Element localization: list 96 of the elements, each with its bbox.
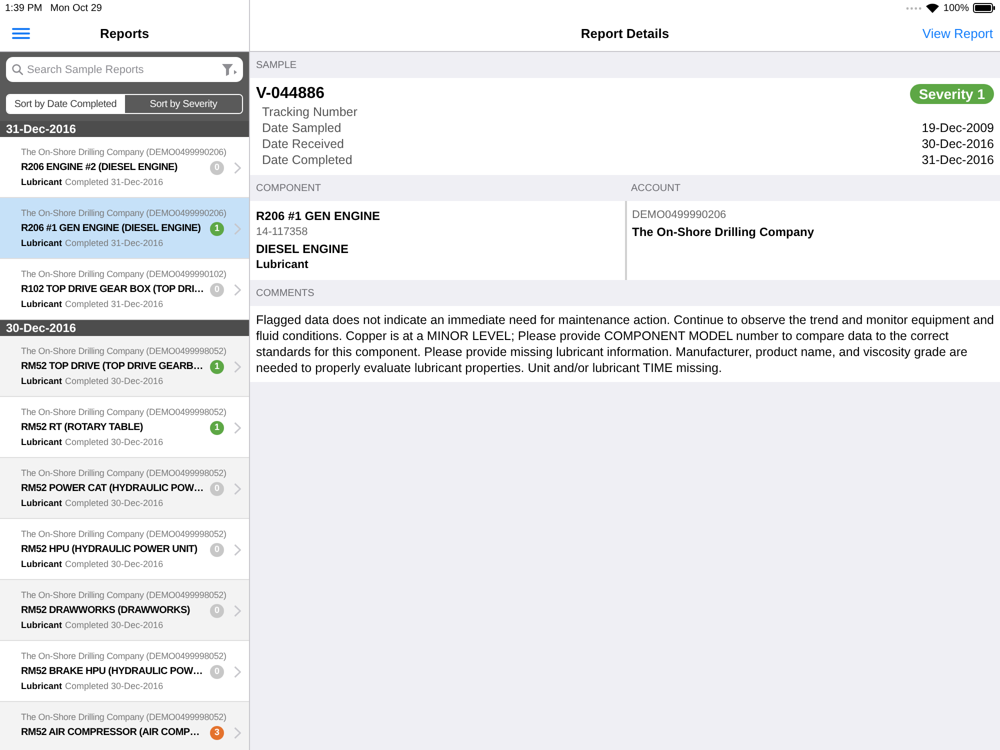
- detail-title: Report Details: [580, 24, 670, 43]
- comments-text: Flagged data does not indicate an immediate need for maintenance action. Continue to observe the trend and monitor equipment and fluid conditions. Copper is at a MINOR LEVEL; Please provide COMPONENT MODEL number to compare data to the correct standards for this component. Please provide missing lubricant information. Manufacturer, product name, and viscosity grade are needed to properly evaluate lubricant properties. Unit and/or lubricant TIME missing.: [256, 312, 994, 376]
- chevron-right-icon: [234, 422, 241, 434]
- company-text: The On-Shore Drilling Company (DEMO0499990206): [21, 146, 226, 159]
- count-badge: 1: [210, 420, 224, 434]
- count-badge: 0: [210, 542, 224, 556]
- date-header: 30-Dec-2016: [0, 320, 249, 336]
- company-text: The On-Shore Drilling Company (DEMO0499998052): [21, 344, 226, 358]
- fluid-label: Lubricant: [21, 680, 62, 693]
- signal-icon: [906, 6, 922, 10]
- fluid-label: Lubricant: [21, 436, 62, 449]
- report-title: RM52 TOP DRIVE (TOP DRIVE GEARB…: [21, 360, 203, 374]
- account-name: The On-Shore Drilling Company: [632, 224, 816, 241]
- report-row[interactable]: The On-Shore Drilling Company (DEMO0499998052) RM52 TOP DRIVE (TOP DRIVE GEARB… 1 Lubricant Completed 30-Dec-2016: [0, 336, 249, 397]
- chevron-right-icon: [234, 726, 241, 738]
- count-badge: 3: [210, 726, 224, 740]
- battery-icon: [973, 3, 995, 13]
- component-type: DIESEL ENGINE: [256, 240, 350, 257]
- report-title: R206 ENGINE #2 (DIESEL ENGINE): [21, 161, 178, 175]
- status-date: Mon Oct 29: [50, 2, 102, 16]
- search-icon: [12, 64, 23, 75]
- wifi-icon: [926, 3, 940, 13]
- account-number: DEMO0499990206: [632, 208, 728, 223]
- company-text: The On-Shore Drilling Company (DEMO0499998052): [21, 710, 226, 724]
- field-label: Date Sampled: [261, 120, 342, 137]
- date-header: 31-Dec-2016: [0, 121, 249, 137]
- sort-tab[interactable]: Sort by Date Completed: [7, 95, 124, 113]
- sort-tab[interactable]: Sort by Severity: [124, 95, 242, 113]
- chevron-right-icon: [234, 222, 241, 234]
- battery-percent: 100%: [943, 2, 969, 16]
- completed-date: Completed 31-Dec-2016: [65, 236, 164, 250]
- component-serial: 14-117358: [256, 224, 309, 240]
- company-text: The On-Shore Drilling Company (DEMO0499990206): [21, 206, 226, 220]
- chevron-right-icon: [234, 666, 241, 678]
- company-text: The On-Shore Drilling Company (DEMO0499990102): [21, 268, 226, 281]
- fluid-label: Lubricant: [21, 558, 62, 571]
- chevron-right-icon: [234, 162, 241, 174]
- count-badge: 0: [210, 604, 224, 618]
- completed-date: Completed 30-Dec-2016: [65, 680, 164, 693]
- company-text: The On-Shore Drilling Company (DEMO0499998052): [21, 650, 226, 663]
- report-title: RM52 AIR COMPRESSOR (AIR COMP…: [21, 726, 200, 740]
- field-label: Tracking Number: [261, 104, 358, 121]
- completed-date: Completed 30-Dec-2016: [65, 496, 164, 510]
- completed-date: Completed 30-Dec-2016: [65, 558, 164, 571]
- severity-badge: Severity 1: [910, 84, 994, 104]
- sample-id: V-044886: [256, 84, 325, 104]
- chevron-right-icon: [234, 604, 241, 616]
- menu-icon[interactable]: [12, 28, 30, 39]
- fluid-label: Lubricant: [21, 618, 62, 632]
- company-text: The On-Shore Drilling Company (DEMO0499998052): [21, 466, 226, 480]
- component-name: R206 #1 GEN ENGINE: [256, 208, 382, 224]
- fluid-label: Lubricant: [21, 496, 62, 510]
- report-row[interactable]: The On-Shore Drilling Company (DEMO0499990206) R206 #1 GEN ENGINE (DIESEL ENGINE) 1 Lubricant Completed 31-Dec-2016: [0, 198, 249, 259]
- search-field[interactable]: Search Sample Reports: [6, 57, 243, 82]
- report-title: RM52 DRAWWORKS (DRAWWORKS): [21, 604, 190, 618]
- completed-date: Completed 31-Dec-2016: [65, 298, 164, 311]
- report-title: RM52 HPU (HYDRAULIC POWER UNIT): [21, 543, 198, 557]
- chevron-right-icon: [234, 284, 241, 296]
- sidebar-title: Reports: [100, 24, 150, 43]
- fluid-label: Lubricant: [21, 298, 62, 311]
- report-row[interactable]: The On-Shore Drilling Company (DEMO0499998052) RM52 DRAWWORKS (DRAWWORKS) 0 Lubricant Completed 30-Dec-2016: [0, 580, 249, 641]
- company-text: The On-Shore Drilling Company (DEMO0499998052): [21, 528, 226, 541]
- company-text: The On-Shore Drilling Company (DEMO0499998052): [21, 406, 226, 419]
- report-row[interactable]: The On-Shore Drilling Company (DEMO0499998052) RM52 AIR COMPRESSOR (AIR COMP… 3: [0, 702, 249, 750]
- count-badge: 0: [210, 664, 224, 678]
- completed-date: Completed 30-Dec-2016: [65, 374, 164, 388]
- count-badge: 0: [210, 160, 224, 174]
- component-fluid: Lubricant: [256, 258, 310, 274]
- count-badge: 0: [210, 282, 224, 296]
- fluid-label: Lubricant: [21, 374, 62, 388]
- fluid-label: Lubricant: [21, 176, 62, 189]
- report-title: R206 #1 GEN ENGINE (DIESEL ENGINE): [21, 222, 201, 236]
- report-title: RM52 RT (ROTARY TABLE): [21, 421, 143, 435]
- completed-date: Completed 30-Dec-2016: [65, 436, 164, 449]
- filter-icon[interactable]: [222, 64, 237, 76]
- count-badge: 1: [210, 360, 224, 374]
- chevron-right-icon: [234, 544, 241, 556]
- chevron-right-icon: [234, 482, 241, 494]
- completed-date: Completed 31-Dec-2016: [65, 176, 164, 189]
- fluid-label: Lubricant: [21, 236, 62, 250]
- field-label: Date Received: [261, 136, 344, 153]
- field-value: 19-Dec-2009: [922, 120, 994, 137]
- report-title: RM52 BRAKE HPU (HYDRAULIC POW…: [21, 665, 203, 679]
- report-title: R102 TOP DRIVE GEAR BOX (TOP DRI…: [21, 283, 204, 297]
- field-value: 31-Dec-2016: [922, 152, 994, 169]
- count-badge: 1: [210, 222, 224, 236]
- field-value: 30-Dec-2016: [922, 136, 994, 153]
- status-time: 1:39 PM: [5, 2, 42, 16]
- field-label: Date Completed: [261, 152, 352, 169]
- completed-date: Completed 30-Dec-2016: [65, 618, 164, 632]
- chevron-right-icon: [234, 360, 241, 372]
- report-title: RM52 POWER CAT (HYDRAULIC POW…: [21, 482, 204, 496]
- count-badge: 0: [210, 482, 224, 496]
- company-text: The On-Shore Drilling Company (DEMO0499998052): [21, 588, 226, 602]
- report-row[interactable]: The On-Shore Drilling Company (DEMO0499998052) RM52 POWER CAT (HYDRAULIC POW… 0 Lubricant Completed 30-Dec-2016: [0, 458, 249, 519]
- view-report-link[interactable]: View Report: [922, 24, 993, 44]
